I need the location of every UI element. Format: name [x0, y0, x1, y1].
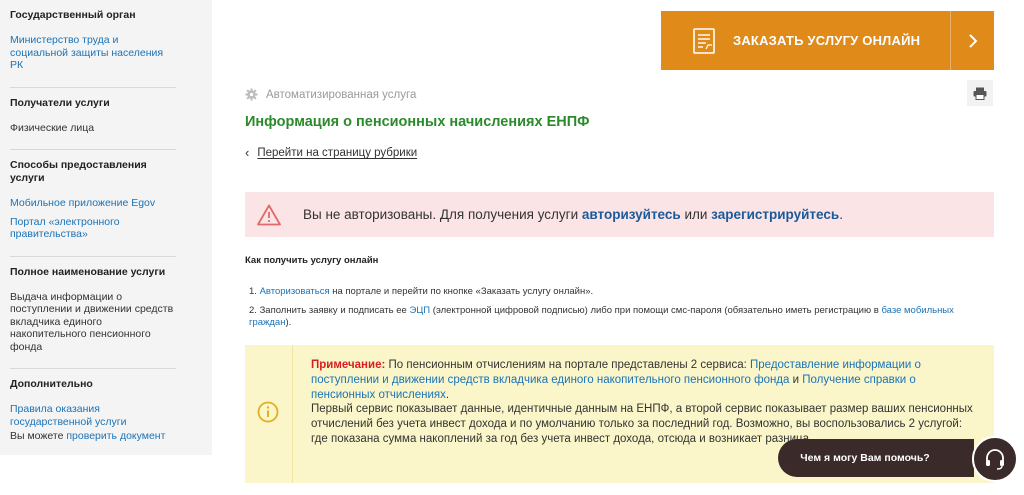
page-title: Информация о пенсионных начислениях ЕНПФ [245, 114, 590, 130]
sidebar-section-recipients: Получатели услуги Физические лица [10, 96, 176, 150]
list-item: 1. Авторизоваться на портале и перейти п… [249, 286, 989, 299]
headset-icon [986, 449, 1004, 470]
alert-text: Вы не авторизованы. Для получения услуги… [303, 207, 843, 222]
step-text: Заполнить заявку и подписать ее [259, 304, 410, 316]
list-item: 2. Заполнить заявку и подписать ее ЭЦП (… [249, 305, 989, 330]
sidebar-heading: Полное наименование услуги [10, 265, 166, 278]
chevron-left-icon: ‹ [245, 145, 250, 160]
authorize-link[interactable]: Авторизоваться [260, 286, 330, 297]
ecp-link[interactable]: ЭЦП [409, 305, 430, 316]
full-name-text: Выдача информации о поступлении и движен… [10, 290, 174, 353]
ministry-link[interactable]: Министерство труда и социальной защиты н… [10, 34, 176, 72]
verify-line: Вы можете проверить документ [10, 430, 176, 443]
alert-text-middle: или [680, 207, 712, 222]
note-body: Примечание: По пенсионным отчислениям на… [311, 358, 979, 447]
sidebar: Государственный орган Министерство труда… [0, 0, 212, 455]
recipients-text: Физические лица [10, 121, 95, 134]
rules-link[interactable]: Правила оказания государственной услуги [10, 403, 176, 428]
alert-text-before: Вы не авторизованы. Для получения услуги [303, 207, 582, 222]
sidebar-section-full-name: Полное наименование услуги Выдача информ… [10, 265, 176, 369]
alert-text-end: . [839, 207, 843, 222]
order-service-online-button[interactable]: ЗАКАЗАТЬ УСЛУГУ ОНЛАЙН [661, 11, 994, 70]
step-number: 1. [249, 286, 260, 297]
verify-document-link[interactable]: проверить документ [66, 430, 165, 442]
info-icon [257, 401, 279, 423]
login-link[interactable]: авторизуйтесь [582, 207, 681, 222]
egov-portal-link[interactable]: Портал «электронного правительства» [10, 216, 176, 241]
how-to-steps: 1. Авторизоваться на портале и перейти п… [249, 286, 989, 336]
document-icon [693, 27, 715, 54]
note-text: . [445, 388, 450, 401]
printer-icon [973, 87, 987, 100]
verify-prefix: Вы можете [10, 430, 67, 442]
step-text: (электронной цифровой подписью) либо при… [430, 304, 882, 316]
order-button-label: ЗАКАЗАТЬ УСЛУГУ ОНЛАЙН [733, 33, 921, 48]
step-text: ). [285, 317, 292, 328]
gear-icon [245, 88, 258, 101]
back-to-rubric[interactable]: ‹ Перейти на страницу рубрики [245, 145, 417, 160]
auth-alert: Вы не авторизованы. Для получения услуги… [245, 192, 994, 237]
sidebar-heading: Получатели услуги [10, 96, 110, 109]
note-text: и [789, 373, 803, 386]
step-text: на портале и перейти по кнопке «Заказать… [329, 286, 594, 297]
back-to-rubric-link[interactable]: Перейти на страницу рубрики [257, 147, 417, 159]
service-type: Автоматизированная услуга [245, 88, 416, 101]
help-chat-button[interactable] [972, 436, 1018, 482]
warning-icon [257, 204, 281, 225]
note-text: По пенсионным отчислениям на портале пре… [385, 359, 751, 371]
sidebar-heading: Дополнительно [10, 378, 93, 390]
help-chat-bubble[interactable]: Чем я могу Вам помочь? [778, 439, 974, 477]
note-label: Примечание: [311, 359, 386, 371]
service-type-label: Автоматизированная услуга [266, 88, 417, 101]
sidebar-heading: Способы предоставления услуги [10, 159, 147, 184]
mobile-app-link[interactable]: Мобильное приложение Egov [10, 197, 176, 210]
note-divider [292, 345, 293, 483]
sidebar-section-government-body: Государственный орган Министерство труда… [10, 9, 176, 88]
chevron-right-icon [950, 11, 994, 70]
register-link[interactable]: зарегистрируйтесь [711, 207, 839, 222]
sidebar-heading: Государственный орган [10, 9, 136, 21]
step-number: 2. [249, 304, 260, 316]
sidebar-section-additional: Дополнительно Правила оказания государст… [10, 378, 176, 458]
sidebar-section-methods: Способы предоставления услуги Мобильное … [10, 159, 176, 257]
print-button[interactable] [967, 80, 993, 106]
how-to-title: Как получить услугу онлайн [245, 255, 379, 266]
